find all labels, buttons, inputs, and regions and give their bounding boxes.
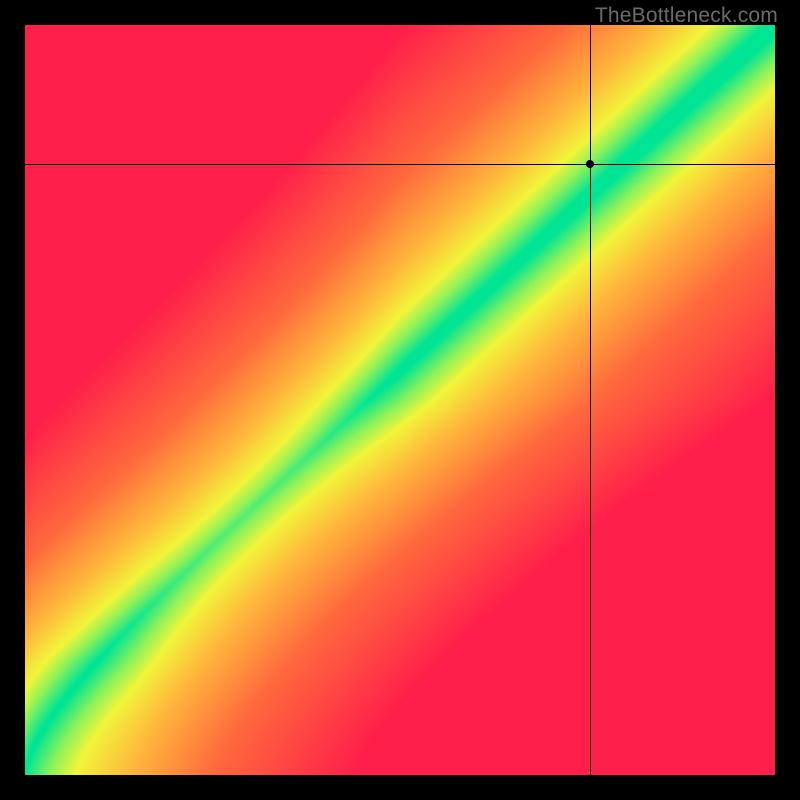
crosshair-marker bbox=[586, 160, 594, 168]
crosshair-horizontal bbox=[25, 164, 775, 165]
crosshair-vertical bbox=[590, 25, 591, 775]
watermark-text: TheBottleneck.com bbox=[595, 4, 778, 28]
chart-frame: TheBottleneck.com bbox=[0, 0, 800, 800]
heatmap-canvas bbox=[25, 25, 775, 775]
